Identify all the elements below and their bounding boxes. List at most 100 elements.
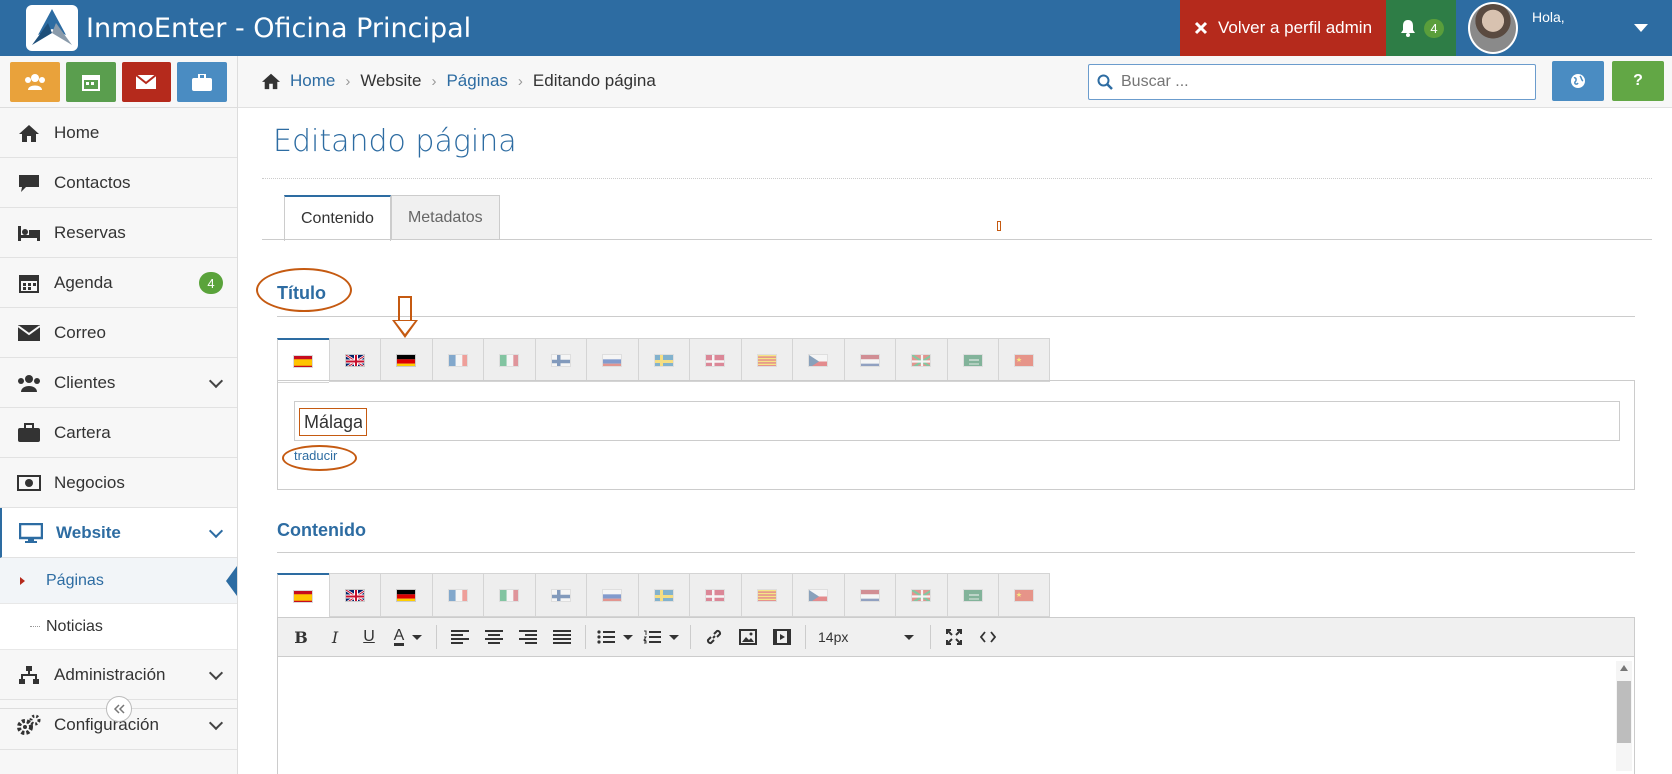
- sidebar-subitem-noticias[interactable]: Noticias: [0, 604, 237, 650]
- language-tab-cn[interactable]: [998, 338, 1050, 382]
- shortcut-calendar-button[interactable]: [65, 62, 116, 102]
- language-tab-es[interactable]: [277, 573, 329, 618]
- font-size-value: 14px: [818, 629, 849, 645]
- language-tab-ca[interactable]: [740, 338, 792, 382]
- sidebar-subitem-paginas[interactable]: Páginas: [0, 558, 237, 604]
- back-to-admin-button[interactable]: Volver a perfil admin: [1180, 0, 1386, 56]
- language-tab-nl[interactable]: [843, 338, 895, 382]
- sidebar-item-label: Configuración: [54, 714, 159, 734]
- tab-metadatos[interactable]: Metadatos: [390, 195, 500, 240]
- sidebar-item-website[interactable]: Website: [0, 508, 237, 558]
- video-icon: [773, 629, 791, 645]
- language-tab-ru[interactable]: [586, 338, 638, 382]
- language-tab-it[interactable]: [483, 338, 535, 382]
- chevron-down-icon[interactable]: [208, 523, 224, 539]
- language-tab-it[interactable]: [483, 573, 535, 617]
- user-profile-menu[interactable]: Hola,: [1456, 0, 1672, 56]
- flag-gb-icon: [344, 353, 365, 367]
- collapse-sidebar-button[interactable]: [106, 696, 132, 722]
- language-tab-gb[interactable]: [328, 573, 380, 617]
- content-editor[interactable]: [277, 657, 1635, 774]
- insert-video-button[interactable]: [765, 622, 799, 652]
- sidebar-item-administracion[interactable]: Administración: [0, 650, 237, 700]
- language-tab-cz[interactable]: [792, 338, 844, 382]
- bullet-list-icon: [597, 630, 615, 644]
- font-size-select[interactable]: 14px: [812, 622, 924, 652]
- brand[interactable]: InmoEnter - Oficina Principal: [26, 4, 471, 52]
- language-tab-cz[interactable]: [792, 573, 844, 617]
- language-tab-dk[interactable]: [689, 573, 741, 617]
- flag-ru-icon: [602, 588, 623, 602]
- align-left-button[interactable]: [443, 622, 477, 652]
- sidebar-item-correo[interactable]: Correo: [0, 308, 237, 358]
- sidebar-item-reservas[interactable]: Reservas: [0, 208, 237, 258]
- align-left-icon: [451, 630, 469, 644]
- flag-es-icon: [293, 354, 314, 368]
- font-color-button[interactable]: A: [386, 622, 430, 652]
- sidebar-item-negocios[interactable]: Negocios: [0, 458, 237, 508]
- underline-button[interactable]: U: [352, 622, 386, 652]
- flag-it-icon: [499, 588, 520, 602]
- language-tab-fr[interactable]: [431, 573, 483, 617]
- language-tab-gb[interactable]: [328, 338, 380, 382]
- sidebar-item-contactos[interactable]: Contactos: [0, 158, 237, 208]
- language-tab-se[interactable]: [637, 573, 689, 617]
- chevron-down-icon[interactable]: [1634, 24, 1648, 32]
- language-tab-fr[interactable]: [431, 338, 483, 382]
- title-input[interactable]: [299, 408, 367, 436]
- language-globe-button[interactable]: [1552, 61, 1604, 101]
- avatar[interactable]: [1468, 2, 1518, 54]
- fullscreen-button[interactable]: [937, 622, 971, 652]
- tab-contenido[interactable]: Contenido: [284, 195, 391, 241]
- sidebar-item-agenda[interactable]: Agenda 4: [0, 258, 237, 308]
- language-tab-sa[interactable]: [946, 338, 998, 382]
- language-tab-fi[interactable]: [534, 338, 586, 382]
- greeting-text: Hola,: [1532, 9, 1565, 25]
- numbered-list-button[interactable]: [638, 622, 684, 652]
- language-tab-ca[interactable]: [740, 573, 792, 617]
- align-center-button[interactable]: [477, 622, 511, 652]
- language-tab-fi[interactable]: [534, 573, 586, 617]
- insert-link-button[interactable]: [697, 622, 731, 652]
- sidebar-item-clientes[interactable]: Clientes: [0, 358, 237, 408]
- chevron-down-icon[interactable]: [208, 373, 224, 389]
- shortcut-mail-button[interactable]: [121, 62, 172, 102]
- language-tab-ru[interactable]: [586, 573, 638, 617]
- breadcrumb-home-link[interactable]: Home: [290, 71, 335, 91]
- shortcut-contacts-button[interactable]: [10, 62, 60, 102]
- flag-es-icon: [293, 589, 314, 603]
- justify-button[interactable]: [545, 622, 579, 652]
- chevron-down-icon[interactable]: [208, 715, 224, 731]
- language-tab-nl[interactable]: [843, 573, 895, 617]
- scrollbar-thumb[interactable]: [1617, 681, 1631, 743]
- title-section-divider: [277, 316, 1635, 317]
- language-tab-cn[interactable]: [998, 573, 1050, 617]
- envelope-icon: [136, 75, 157, 89]
- align-right-button[interactable]: [511, 622, 545, 652]
- breadcrumb-pages-link[interactable]: Páginas: [446, 71, 507, 91]
- scroll-up-icon[interactable]: [1620, 665, 1628, 671]
- italic-button[interactable]: I: [318, 622, 352, 652]
- sidebar-item-cartera[interactable]: Cartera: [0, 408, 237, 458]
- search-input[interactable]: [1121, 73, 1501, 91]
- language-tab-de[interactable]: [380, 338, 432, 382]
- notifications-button[interactable]: 4: [1386, 0, 1456, 56]
- sidebar-item-home[interactable]: Home: [0, 108, 237, 158]
- help-button[interactable]: ?: [1612, 61, 1664, 101]
- language-tab-es[interactable]: [277, 338, 329, 383]
- bullet-list-button[interactable]: [592, 622, 638, 652]
- language-tab-dk[interactable]: [689, 338, 741, 382]
- chevron-down-icon[interactable]: [208, 665, 224, 681]
- editor-scrollbar[interactable]: [1616, 661, 1632, 771]
- flag-fi-icon: [550, 353, 571, 367]
- language-tab-eu[interactable]: [895, 338, 947, 382]
- code-view-button[interactable]: [971, 622, 1005, 652]
- language-tab-se[interactable]: [637, 338, 689, 382]
- bold-button[interactable]: B: [284, 622, 318, 652]
- language-tab-sa[interactable]: [946, 573, 998, 617]
- shortcut-portfolio-button[interactable]: [177, 62, 227, 102]
- insert-image-button[interactable]: [731, 622, 765, 652]
- annotation-oval-translate: [282, 445, 357, 471]
- language-tab-eu[interactable]: [895, 573, 947, 617]
- language-tab-de[interactable]: [380, 573, 432, 617]
